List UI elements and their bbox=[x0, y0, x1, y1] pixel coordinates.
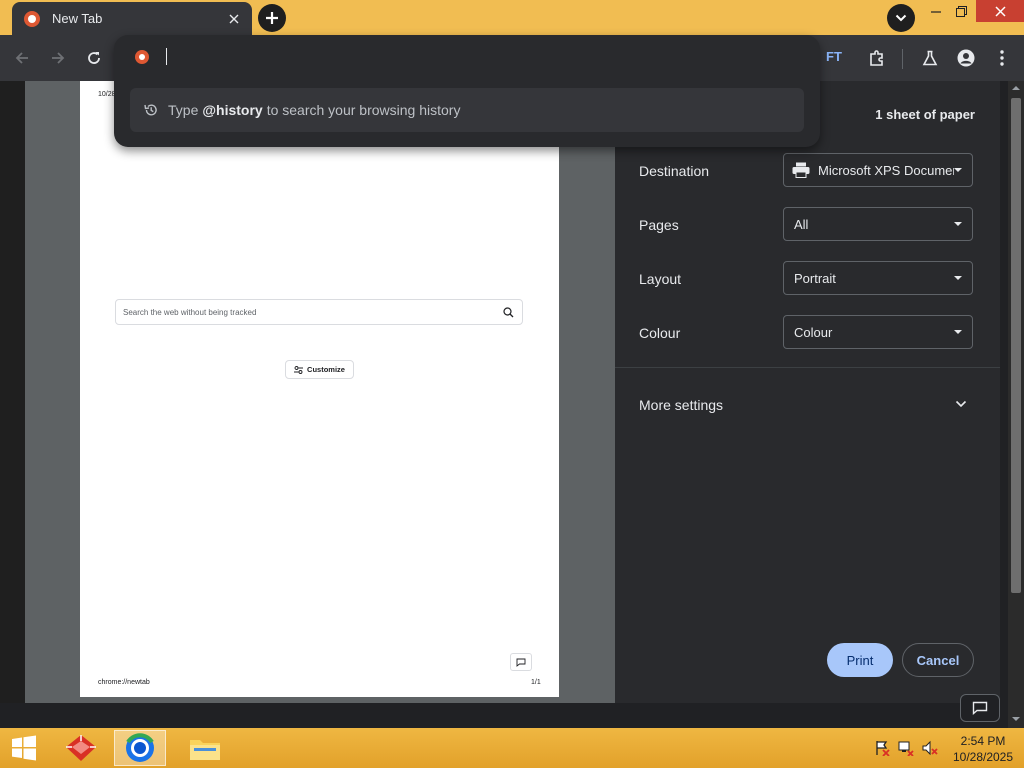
colour-select[interactable]: Colour bbox=[783, 315, 973, 349]
chevron-down-icon bbox=[954, 330, 962, 334]
app-icon bbox=[66, 735, 96, 761]
scroll-up-arrow-icon[interactable] bbox=[1010, 84, 1022, 92]
duckduckgo-favicon-icon bbox=[24, 10, 40, 27]
restore-icon bbox=[955, 5, 967, 17]
extensions-icon bbox=[870, 50, 883, 66]
start-button[interactable] bbox=[0, 730, 48, 766]
feedback-icon bbox=[516, 658, 526, 667]
folder-icon bbox=[190, 740, 220, 760]
labs-button[interactable] bbox=[916, 44, 944, 72]
forward-icon bbox=[52, 52, 65, 64]
destination-label: Destination bbox=[639, 163, 710, 179]
profile-button[interactable] bbox=[952, 44, 980, 72]
suggestion-keyword: @history bbox=[202, 102, 263, 118]
tab-search-button[interactable] bbox=[887, 4, 915, 32]
taskbar-app-red[interactable] bbox=[56, 730, 106, 766]
taskbar-clock[interactable]: 2:54 PM 10/28/2025 bbox=[946, 733, 1020, 765]
action-center-flag-icon[interactable] bbox=[874, 740, 890, 756]
destination-value: Microsoft XPS Documer bbox=[818, 162, 954, 178]
profile-icon bbox=[957, 49, 975, 67]
window-restore-button[interactable] bbox=[946, 0, 976, 22]
forward-button[interactable] bbox=[44, 44, 72, 72]
taskbar-app-file-explorer[interactable] bbox=[180, 730, 230, 766]
volume-muted-icon[interactable] bbox=[922, 740, 938, 756]
plus-icon bbox=[266, 12, 278, 24]
extensions-button[interactable] bbox=[863, 44, 891, 72]
new-tab-button[interactable] bbox=[258, 4, 286, 32]
sheet-count: 1 sheet of paper bbox=[875, 107, 975, 122]
back-icon bbox=[15, 52, 28, 64]
history-icon bbox=[144, 104, 157, 116]
network-icon[interactable] bbox=[898, 740, 914, 756]
minimize-icon bbox=[931, 11, 941, 13]
windows-start-icon bbox=[12, 735, 36, 761]
chevron-down-icon bbox=[954, 168, 962, 172]
preview-feedback-icon bbox=[510, 653, 532, 671]
scroll-down-arrow-icon[interactable] bbox=[1010, 715, 1022, 723]
taskbar-app-browser[interactable] bbox=[114, 730, 166, 766]
reload-button[interactable] bbox=[80, 44, 108, 72]
omnibox-dropdown: Type @history to search your browsing hi… bbox=[114, 35, 820, 147]
pages-value: All bbox=[794, 216, 809, 232]
ft-extension-badge[interactable]: FT bbox=[826, 49, 842, 64]
chevron-down-icon bbox=[954, 222, 962, 226]
layout-label: Layout bbox=[639, 271, 682, 287]
clock-date: 10/28/2025 bbox=[952, 750, 1014, 764]
pages-select[interactable]: All bbox=[783, 207, 973, 241]
pages-label: Pages bbox=[639, 217, 679, 233]
customize-icon bbox=[294, 365, 304, 374]
browser-menu-button[interactable] bbox=[988, 44, 1016, 72]
preview-footer-page-number: 1/1 bbox=[531, 679, 541, 686]
search-icon bbox=[503, 306, 514, 317]
layout-select[interactable]: Portrait bbox=[783, 261, 973, 295]
chevron-down-icon bbox=[895, 14, 907, 22]
colour-label: Colour bbox=[639, 325, 681, 341]
cancel-button[interactable]: Cancel bbox=[902, 643, 974, 677]
layout-value: Portrait bbox=[794, 270, 836, 286]
omnibox-suggestion-history[interactable]: Type @history to search your browsing hi… bbox=[130, 88, 804, 132]
toolbar-separator bbox=[902, 49, 903, 69]
preview-customize-label: Customize bbox=[307, 365, 345, 374]
close-icon bbox=[229, 14, 239, 23]
address-bar-input[interactable] bbox=[166, 48, 167, 65]
more-settings-toggle[interactable]: More settings bbox=[639, 397, 723, 413]
preview-footer-url: chrome://newtab bbox=[98, 679, 150, 686]
chevron-down-icon bbox=[954, 276, 962, 280]
preview-search-placeholder: Search the web without being tracked bbox=[123, 307, 257, 317]
settings-divider bbox=[615, 367, 1000, 368]
destination-select[interactable]: Microsoft XPS Documer bbox=[783, 153, 973, 187]
window-close-button[interactable] bbox=[976, 0, 1024, 22]
print-settings-panel: 1 sheet of paper Destination Microsoft X… bbox=[615, 81, 1000, 703]
page-feedback-button[interactable] bbox=[960, 694, 1000, 722]
dialog-bottom-strip bbox=[25, 703, 1008, 728]
reload-icon bbox=[88, 52, 100, 64]
duckduckgo-favicon-icon bbox=[135, 50, 149, 64]
labs-icon bbox=[922, 50, 938, 66]
tab-new-tab[interactable]: New Tab bbox=[12, 2, 252, 35]
printer-icon bbox=[792, 162, 810, 178]
clock-time: 2:54 PM bbox=[960, 734, 1006, 748]
print-preview-page: 10/28/ Search the web without being trac… bbox=[80, 81, 559, 697]
menu-icon bbox=[1000, 50, 1004, 66]
preview-search-box: Search the web without being tracked bbox=[115, 299, 523, 325]
chevron-down-icon[interactable] bbox=[955, 397, 967, 411]
page-left-strip bbox=[0, 81, 25, 703]
tab-title: New Tab bbox=[52, 11, 103, 26]
back-button[interactable] bbox=[8, 44, 36, 72]
feedback-icon bbox=[972, 701, 988, 715]
preview-customize-button: Customize bbox=[285, 360, 354, 379]
colour-value: Colour bbox=[794, 324, 833, 340]
suggestion-prefix: Type bbox=[168, 102, 199, 118]
scrollbar-thumb[interactable] bbox=[1011, 98, 1021, 593]
close-icon bbox=[994, 5, 1006, 17]
tab-close-button[interactable] bbox=[224, 9, 244, 29]
print-button[interactable]: Print bbox=[827, 643, 893, 677]
suggestion-suffix: to search your browsing history bbox=[266, 102, 461, 118]
browser-app-icon bbox=[126, 733, 154, 762]
